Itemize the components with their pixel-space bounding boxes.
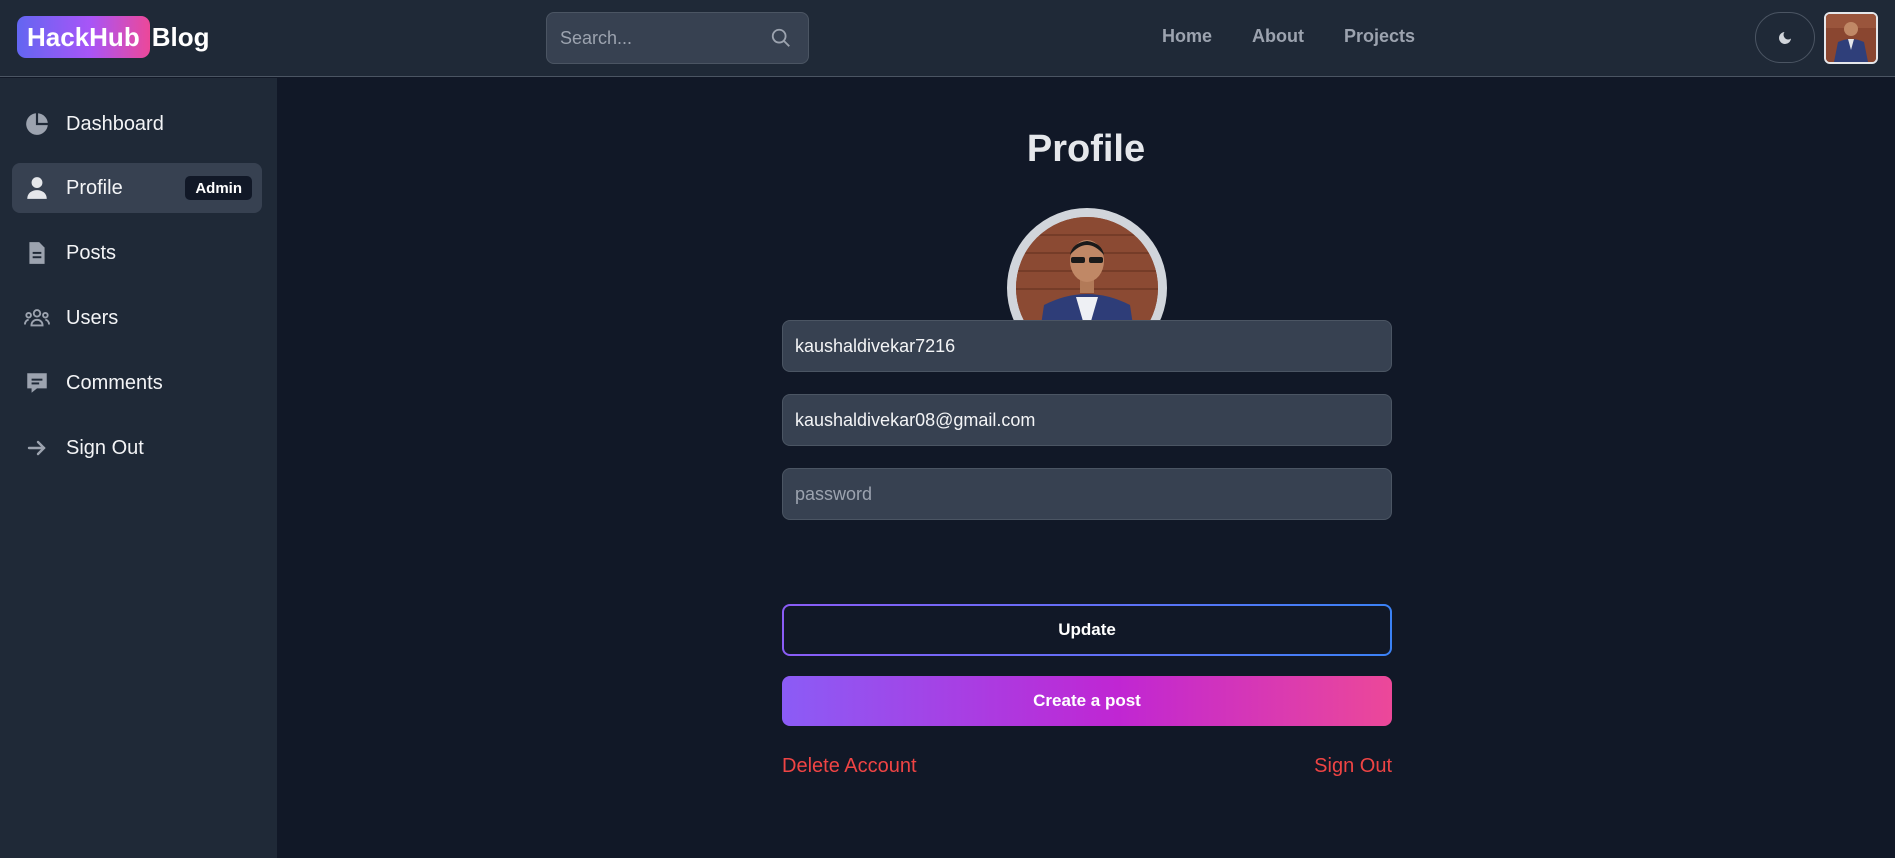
comment-icon <box>24 370 50 396</box>
document-icon <box>24 240 50 266</box>
sidebar-item-label: Comments <box>66 371 163 394</box>
pie-chart-icon <box>24 111 50 137</box>
profile-main: Profile Update Create a post Delete Acco… <box>277 78 1895 858</box>
email-field[interactable] <box>782 394 1392 446</box>
users-group-icon <box>24 305 50 331</box>
nav-link-about[interactable]: About <box>1252 26 1304 47</box>
arrow-right-icon <box>24 435 50 461</box>
page-title: Profile <box>1026 128 1146 170</box>
top-navbar: HackHub Blog Home About Projects <box>0 0 1895 77</box>
sidebar-item-profile[interactable]: Profile Admin <box>12 163 262 213</box>
sidebar-item-posts[interactable]: Posts <box>12 228 262 278</box>
search-input[interactable] <box>547 13 767 63</box>
nav-link-home[interactable]: Home <box>1162 26 1212 47</box>
main-nav: Home About Projects <box>1162 26 1415 47</box>
sidebar-item-label: Users <box>66 306 119 329</box>
update-button[interactable]: Update <box>782 604 1392 656</box>
create-post-button[interactable]: Create a post <box>782 676 1392 726</box>
brand-logo[interactable]: HackHub Blog <box>17 16 209 58</box>
sidebar-item-signout[interactable]: Sign Out <box>12 423 262 473</box>
brand-pill: HackHub <box>17 16 150 58</box>
sidebar-item-label: Sign Out <box>66 436 144 459</box>
password-field[interactable] <box>782 468 1392 520</box>
user-icon <box>24 175 50 201</box>
delete-account-link[interactable]: Delete Account <box>782 755 917 778</box>
brand-word: Blog <box>151 21 210 52</box>
sidebar-item-label: Dashboard <box>66 112 164 135</box>
search-box <box>546 12 809 64</box>
user-avatar-button[interactable] <box>1824 12 1878 64</box>
sidebar-item-users[interactable]: Users <box>12 293 262 343</box>
moon-icon <box>1779 31 1791 44</box>
sidebar-item-label: Profile <box>66 176 123 199</box>
username-field[interactable] <box>782 320 1392 372</box>
sidebar: Dashboard Profile Admin Posts Users Comm… <box>0 78 277 858</box>
theme-toggle-button[interactable] <box>1755 12 1815 63</box>
sign-out-link[interactable]: Sign Out <box>1314 755 1392 778</box>
search-icon[interactable] <box>770 27 792 49</box>
sidebar-item-dashboard[interactable]: Dashboard <box>12 99 262 149</box>
avatar <box>1826 14 1876 62</box>
update-button-label: Update <box>784 606 1390 654</box>
sidebar-item-comments[interactable]: Comments <box>12 358 262 408</box>
admin-badge: Admin <box>185 176 252 200</box>
sidebar-item-label: Posts <box>66 241 117 264</box>
nav-link-projects[interactable]: Projects <box>1344 26 1415 47</box>
